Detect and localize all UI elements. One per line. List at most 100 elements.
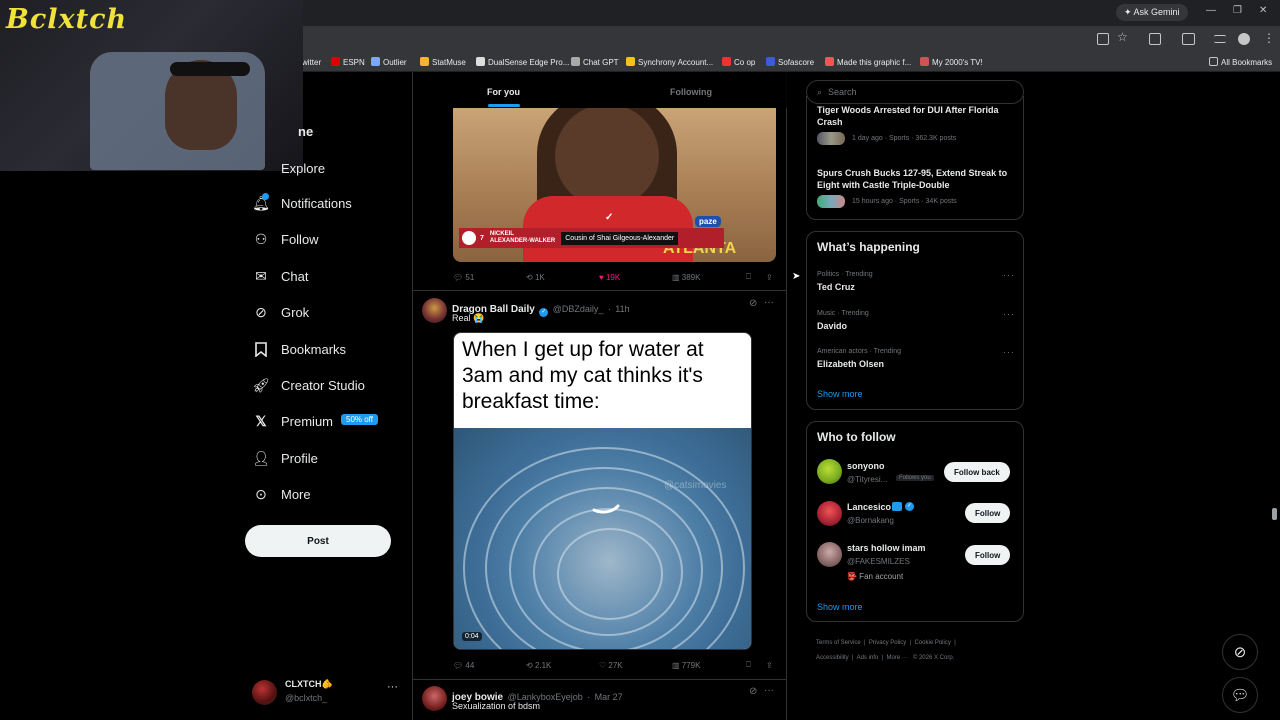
suggest-1-avatar[interactable] xyxy=(817,459,842,484)
trend-3-name[interactable]: Elizabeth Olsen xyxy=(817,359,884,369)
footer-ads[interactable]: Ads info xyxy=(857,655,879,661)
post2-time[interactable]: 11h xyxy=(615,304,629,314)
follow-back-button[interactable]: Follow back xyxy=(944,462,1010,482)
bookmark-item[interactable]: Chat GPT xyxy=(571,57,619,67)
bookmark-item[interactable]: Sofascore xyxy=(766,57,814,67)
star-icon[interactable]: ☆ xyxy=(1117,30,1128,44)
nav-home[interactable]: ne xyxy=(298,120,313,142)
trend-1-name[interactable]: Ted Cruz xyxy=(817,282,855,292)
grok-floating-button[interactable]: ⊘ xyxy=(1222,634,1258,670)
news-item-1-title[interactable]: Tiger Woods Arrested for DUI After Flori… xyxy=(817,104,1015,128)
trend-2-more-icon[interactable]: ··· xyxy=(1003,309,1015,319)
nav-follow[interactable]: ⚇ Follow xyxy=(252,228,319,250)
tab-following[interactable]: Following xyxy=(670,87,712,97)
minimize-icon[interactable]: — xyxy=(1206,5,1216,16)
post2-share-icon[interactable]: ⇪ xyxy=(766,661,773,670)
post2-video[interactable]: When I get up for water at 3am and my ca… xyxy=(453,332,752,650)
news-item-2-avatars xyxy=(817,195,845,208)
nav-bookmarks[interactable]: Bookmarks xyxy=(252,338,346,360)
suggest-3-avatar[interactable] xyxy=(817,542,842,567)
tab-search-icon[interactable] xyxy=(1214,35,1226,43)
nav-profile[interactable]: 👤︎ Profile xyxy=(252,447,318,469)
suggest-1-name[interactable]: sonyono xyxy=(847,461,885,471)
whats-happening-card: What’s happening Politics · Trending Ted… xyxy=(806,231,1024,410)
profile-icon[interactable] xyxy=(1238,33,1250,45)
nav-more[interactable]: ⊙ More xyxy=(252,483,311,505)
nav-creator-studio[interactable]: 🚀︎ Creator Studio xyxy=(252,374,365,396)
messages-floating-button[interactable]: 💬︎ xyxy=(1222,677,1258,713)
extensions-icon[interactable] xyxy=(1149,33,1161,45)
footer-terms[interactable]: Terms of Service xyxy=(816,640,861,646)
follow-button-lancesico[interactable]: Follow xyxy=(965,503,1011,523)
show-more-follow[interactable]: Show more xyxy=(817,602,863,612)
post1-views[interactable]: ▥ 389K xyxy=(672,273,700,282)
tab-for-you[interactable]: For you xyxy=(487,87,520,97)
footer-accessibility[interactable]: Accessibility xyxy=(816,655,849,661)
post2-views[interactable]: ▥ 779K xyxy=(672,661,700,670)
footer-cookie[interactable]: Cookie Policy xyxy=(915,640,951,646)
bookmark-item[interactable]: My 2000's TV! xyxy=(920,57,983,67)
footer-more[interactable]: More ··· xyxy=(887,655,908,661)
post1-bookmark-icon[interactable]: ⎕ xyxy=(746,272,751,282)
show-more-trends[interactable]: Show more xyxy=(817,389,863,399)
post1-repost-button[interactable]: ⟲ 1K xyxy=(526,273,545,282)
team-logo-icon xyxy=(462,231,476,245)
post-media-basketball[interactable]: ✓ paze ATLANTA 7 NICKEIL ALEXANDER-WALKER… xyxy=(453,108,776,262)
search-input[interactable]: Search xyxy=(828,87,857,97)
bookmark-item[interactable]: Made this graphic f... xyxy=(825,57,911,67)
nav-explore[interactable]: Explore xyxy=(281,157,325,179)
trend-2-name[interactable]: Davido xyxy=(817,321,847,331)
nav-grok[interactable]: ⊘ Grok xyxy=(252,301,309,323)
post1-reply-button[interactable]: 💬︎ 51 xyxy=(453,273,474,282)
bookmark-item[interactable]: StatMuse xyxy=(420,57,466,67)
trend-3-more-icon[interactable]: ··· xyxy=(1003,347,1015,357)
all-bookmarks[interactable]: All Bookmarks xyxy=(1209,57,1272,67)
nav-chat[interactable]: ✉ Chat xyxy=(252,265,308,287)
split-view-icon[interactable] xyxy=(1182,33,1195,45)
suggest-3-name[interactable]: stars hollow imam xyxy=(847,543,926,553)
add-person-icon: ⚇ xyxy=(254,230,268,247)
post2-like-button[interactable]: ♡ 27K xyxy=(599,661,623,670)
post2-more-icon[interactable]: ··· xyxy=(764,297,774,308)
post3-more-icon[interactable]: ··· xyxy=(764,685,774,696)
post2-avatar[interactable] xyxy=(422,298,447,323)
suggest-2-avatar[interactable] xyxy=(817,501,842,526)
search-box[interactable]: ⌕ Search xyxy=(806,80,1024,104)
post3-avatar[interactable] xyxy=(422,686,447,711)
post1-share-icon[interactable]: ⇪ xyxy=(766,273,773,282)
bookmark-favicon-icon xyxy=(722,57,731,66)
post2-bookmark-icon[interactable]: ⎕ xyxy=(746,660,751,670)
grok-post-icon[interactable]: ⊘ xyxy=(749,298,757,309)
suggest-2-name[interactable]: Lancesico xyxy=(847,502,891,512)
post2-handle[interactable]: @DBZdaily_ xyxy=(553,304,604,314)
page-scrollbar-thumb[interactable] xyxy=(1272,508,1277,520)
close-icon[interactable]: ✕ xyxy=(1259,5,1267,16)
account-switcher[interactable]: CLXTCH🫵 @bclxtch_ ··· xyxy=(252,677,402,707)
bookmark-item[interactable]: Co op xyxy=(722,57,755,67)
bookmark-item[interactable]: Outlier xyxy=(371,57,407,67)
bookmark-label: Made this graphic f... xyxy=(837,58,912,67)
post2-reply-button[interactable]: 💬︎ 44 xyxy=(453,661,474,670)
more-circle-icon: ⊙ xyxy=(255,485,267,502)
suggest-3-handle: @FAKESMILZES xyxy=(847,557,910,566)
news-item-2-meta: 15 hours ago · Sports · 34K posts xyxy=(852,198,957,205)
post2-repost-button[interactable]: ⟲ 2.1K xyxy=(526,661,551,670)
restore-icon[interactable]: ❐ xyxy=(1233,5,1242,16)
follow-button-stars-hollow[interactable]: Follow xyxy=(965,545,1011,565)
trend-1-more-icon[interactable]: ··· xyxy=(1003,270,1015,280)
grok-post-icon[interactable]: ⊘ xyxy=(749,686,757,697)
notification-badge xyxy=(262,193,269,200)
post-button[interactable]: Post xyxy=(245,525,391,557)
install-icon[interactable] xyxy=(1097,33,1109,45)
ask-gemini-button[interactable]: ✦ Ask Gemini xyxy=(1116,4,1188,21)
bookmark-item[interactable]: DualSense Edge Pro... xyxy=(476,57,569,67)
post1-like-button[interactable]: ♥ 19K xyxy=(599,273,620,282)
news-item-2-title[interactable]: Spurs Crush Bucks 127-95, Extend Streak … xyxy=(817,167,1015,191)
bookmark-item[interactable]: Synchrony Account... xyxy=(626,57,713,67)
menu-icon[interactable]: ⋮ xyxy=(1263,31,1275,45)
post3-time[interactable]: Mar 27 xyxy=(595,692,623,702)
footer-privacy[interactable]: Privacy Policy xyxy=(869,640,906,646)
nav-premium[interactable]: 𝕏 Premium xyxy=(252,410,333,432)
bookmark-item[interactable]: ESPN xyxy=(331,57,365,67)
bookmark-favicon-icon xyxy=(571,57,580,66)
